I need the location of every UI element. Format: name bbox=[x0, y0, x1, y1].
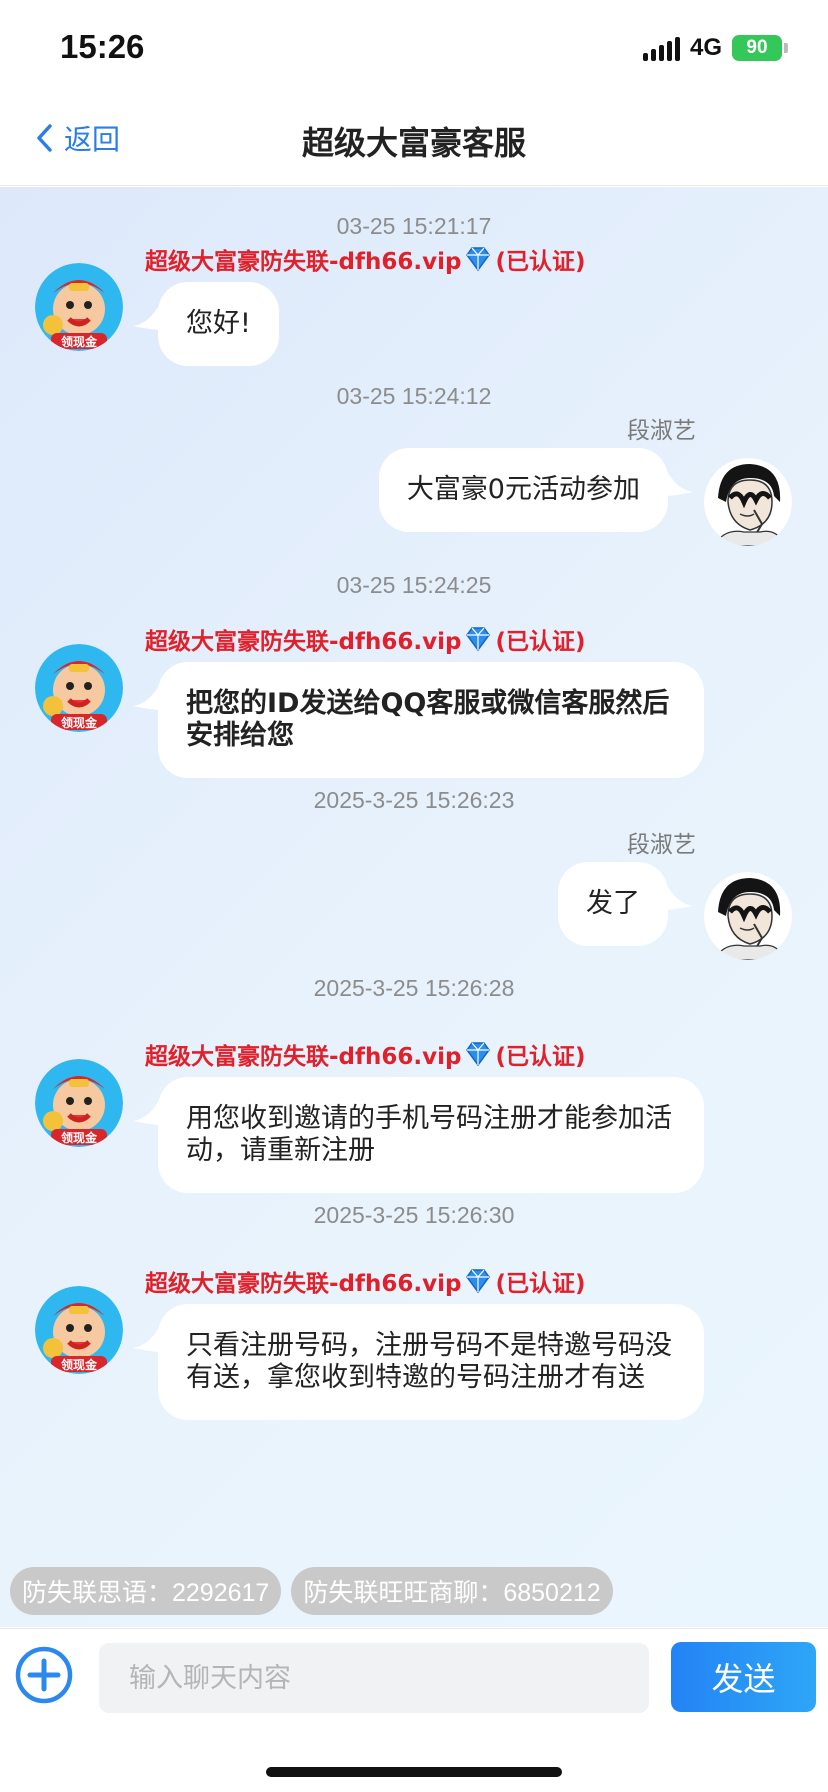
user-message-bubble[interactable]: 发了 bbox=[558, 862, 668, 946]
diamond-icon bbox=[466, 627, 491, 651]
agent-message-bubble[interactable]: 把您的ID发送给QQ客服或微信客服然后安排给您 bbox=[158, 662, 704, 778]
message-timestamp: 03-25 15:21:17 bbox=[336, 213, 492, 239]
avatar-badge: 领现金 bbox=[61, 334, 98, 349]
nav-bar: 返回 超级大富豪客服 bbox=[0, 96, 828, 186]
agent-avatar[interactable]: 领现金 bbox=[35, 1059, 123, 1147]
message-text: 把您的ID发送给QQ客服或微信客服然后安排给您 bbox=[186, 688, 670, 751]
agent-message-bubble[interactable]: 用您收到邀请的手机号码注册才能参加活动，请重新注册 bbox=[158, 1077, 704, 1193]
bubble-tail bbox=[665, 882, 693, 910]
agent-avatar[interactable]: 领现金 bbox=[35, 1286, 123, 1374]
page-title: 超级大富豪客服 bbox=[301, 124, 526, 162]
agent-name: 超级大富豪防失联-dfh66.vip bbox=[145, 249, 462, 275]
chevron-left-icon bbox=[37, 124, 52, 152]
verified-badge: (已认证) bbox=[495, 249, 586, 275]
user-avatar[interactable] bbox=[704, 458, 792, 546]
user-message-bubble[interactable]: 大富豪0元活动参加 bbox=[378, 448, 668, 532]
bubble-tail bbox=[665, 468, 693, 496]
add-attachment-button[interactable] bbox=[14, 1645, 74, 1705]
send-button[interactable]: 发送 bbox=[671, 1642, 816, 1712]
verified-badge: (已认证) bbox=[495, 629, 586, 655]
message-text: 发了 bbox=[586, 888, 640, 919]
agent-message-bubble[interactable]: 您好! bbox=[158, 282, 279, 366]
bubble-tail bbox=[133, 302, 161, 330]
message-text: 只看注册号码，注册号码不是特邀号码没有送，拿您收到特邀的号码注册才有送 bbox=[186, 1330, 672, 1393]
quick-chip-wangwang[interactable]: 防失联旺旺商聊：6850212 bbox=[291, 1567, 613, 1615]
message-text: 大富豪0元活动参加 bbox=[406, 474, 640, 505]
message-timestamp: 2025-3-25 15:26:23 bbox=[313, 787, 515, 813]
message-timestamp: 03-25 15:24:12 bbox=[336, 383, 492, 409]
user-avatar[interactable] bbox=[704, 872, 792, 960]
status-indicators: 4G 90 bbox=[642, 34, 788, 62]
back-button[interactable]: 返回 bbox=[36, 118, 120, 158]
back-label: 返回 bbox=[64, 123, 121, 156]
agent-name-row: 超级大富豪防失联-dfh66.vip (已认证) bbox=[145, 242, 586, 276]
diamond-icon bbox=[466, 247, 491, 271]
agent-avatar[interactable]: 领现金 bbox=[35, 644, 123, 732]
network-type: 4G bbox=[689, 34, 722, 61]
agent-avatar[interactable]: 领现金 bbox=[35, 263, 123, 351]
message-timestamp: 03-25 15:24:25 bbox=[336, 572, 492, 598]
avatar-badge: 领现金 bbox=[61, 1130, 98, 1145]
bubble-tail bbox=[133, 1324, 161, 1352]
avatar-badge: 领现金 bbox=[61, 715, 98, 730]
chat-area[interactable]: 03-25 15:21:17 领现金 超级大富豪防失联-dfh66.vip (已… bbox=[0, 187, 828, 1627]
agent-name: 超级大富豪防失联-dfh66.vip bbox=[145, 1044, 462, 1070]
status-time: 15:26 bbox=[60, 28, 145, 65]
quick-chip-siyu[interactable]: 防失联思语：2292617 bbox=[10, 1567, 282, 1615]
verified-badge: (已认证) bbox=[495, 1271, 586, 1297]
agent-name: 超级大富豪防失联-dfh66.vip bbox=[145, 1271, 462, 1297]
agent-name-row: 超级大富豪防失联-dfh66.vip (已认证) bbox=[145, 1264, 586, 1298]
status-bar: 15:26 4G 90 bbox=[0, 0, 828, 96]
avatar-badge: 领现金 bbox=[61, 1357, 98, 1372]
message-timestamp: 2025-3-25 15:26:28 bbox=[313, 975, 515, 1001]
user-name: 段淑艺 bbox=[627, 418, 696, 444]
bubble-tail bbox=[133, 1097, 161, 1125]
message-text: 您好! bbox=[186, 308, 251, 339]
input-bar: 发送 bbox=[0, 1628, 828, 1792]
battery-level: 90 bbox=[732, 35, 782, 61]
signal-icon bbox=[642, 35, 680, 61]
battery-icon: 90 bbox=[732, 35, 788, 61]
diamond-icon bbox=[466, 1042, 491, 1066]
agent-name-row: 超级大富豪防失联-dfh66.vip (已认证) bbox=[145, 622, 586, 656]
home-indicator bbox=[266, 1767, 562, 1777]
quick-contact-chips: 防失联思语：2292617 防失联旺旺商聊：6850212 bbox=[10, 1567, 613, 1615]
agent-name-row: 超级大富豪防失联-dfh66.vip (已认证) bbox=[145, 1037, 586, 1071]
message-timestamp: 2025-3-25 15:26:30 bbox=[313, 1202, 515, 1228]
bubble-tail bbox=[133, 682, 161, 710]
message-input[interactable] bbox=[99, 1643, 649, 1713]
message-text: 用您收到邀请的手机号码注册才能参加活动，请重新注册 bbox=[186, 1103, 672, 1166]
user-name: 段淑艺 bbox=[627, 832, 696, 858]
verified-badge: (已认证) bbox=[495, 1044, 586, 1070]
diamond-icon bbox=[466, 1269, 491, 1293]
agent-message-bubble[interactable]: 只看注册号码，注册号码不是特邀号码没有送，拿您收到特邀的号码注册才有送 bbox=[158, 1304, 704, 1420]
agent-name: 超级大富豪防失联-dfh66.vip bbox=[145, 629, 462, 655]
